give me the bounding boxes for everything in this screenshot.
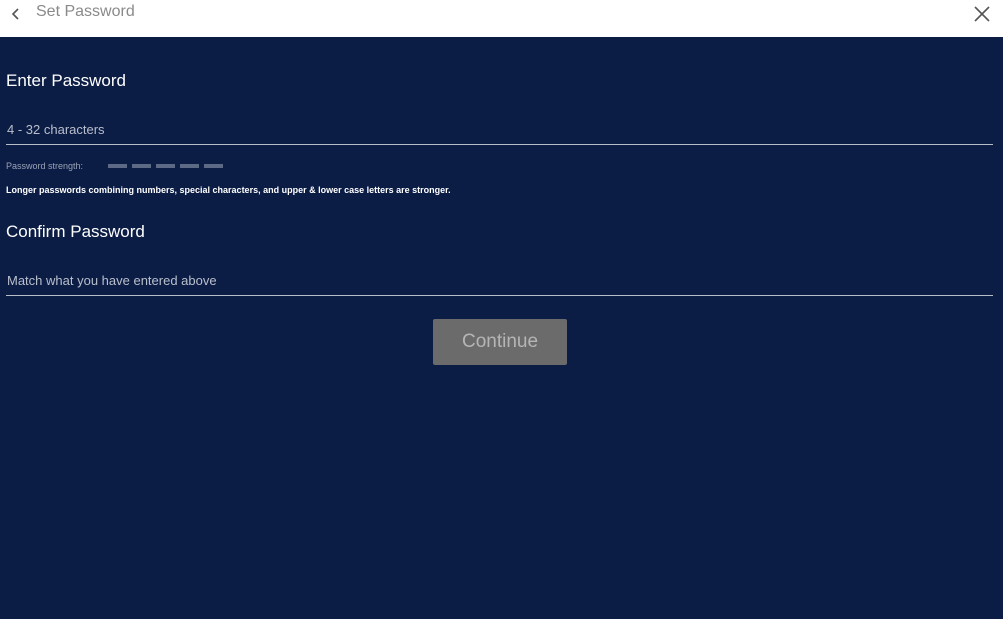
strength-label: Password strength: (6, 161, 84, 171)
password-input[interactable] (6, 116, 995, 142)
strength-segment (108, 164, 127, 168)
confirm-password-field[interactable] (6, 267, 995, 296)
back-button[interactable] (6, 4, 26, 24)
page-title: Set Password (36, 3, 135, 20)
password-strength: Password strength: (6, 160, 223, 172)
strength-meter (108, 164, 223, 168)
confirm-password-title: Confirm Password (6, 222, 145, 241)
close-button[interactable] (971, 3, 993, 25)
continue-button[interactable]: Continue (433, 319, 567, 365)
strength-segment (132, 164, 151, 168)
strength-segment (180, 164, 199, 168)
close-icon (974, 6, 990, 22)
strength-segment (204, 164, 223, 168)
strength-segment (156, 164, 175, 168)
password-field[interactable] (6, 116, 995, 145)
top-bar: Set Password (0, 0, 1003, 37)
password-form: Enter Password Password strength: Longer… (0, 37, 1003, 619)
confirm-password-input[interactable] (6, 267, 995, 293)
chevron-left-icon (11, 8, 19, 20)
password-hint: Longer passwords combining numbers, spec… (6, 185, 451, 195)
enter-password-title: Enter Password (6, 71, 126, 90)
